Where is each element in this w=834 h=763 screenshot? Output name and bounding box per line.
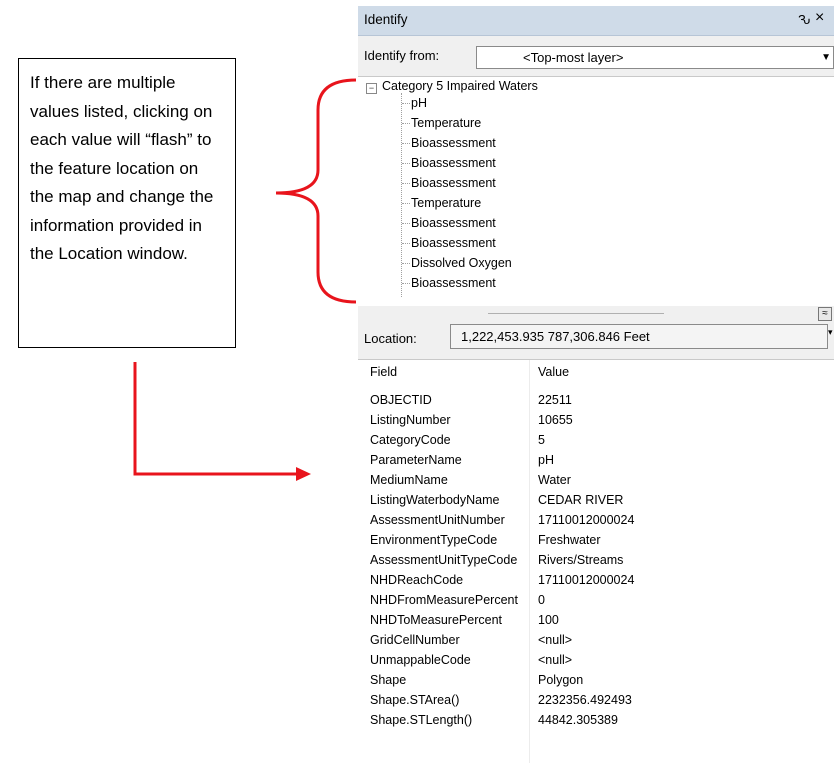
table-row[interactable]: AssessmentUnitNumber 17110012000024 [358,510,834,530]
identify-window: Identify Ԅ × Identify from: <Top-most la… [358,6,834,763]
header-field: Field [370,365,398,379]
tree-item[interactable]: Temperature [402,116,481,133]
location-value: 1,222,453.935 787,306.846 Feet [461,329,650,344]
results-tree: − Category 5 Impaired Waters pH Temperat… [358,76,834,307]
header-value: Value [538,365,570,379]
table-row[interactable]: GridCellNumber <null> [358,630,834,650]
tree-item[interactable]: Bioassessment [402,236,496,253]
tree-item[interactable]: Bioassessment [402,276,496,293]
location-field: 1,222,453.935 787,306.846 Feet [450,324,828,349]
annotation-callout: If there are multiple values listed, cli… [18,58,236,348]
table-row[interactable]: Shape.STLength() 44842.305389 [358,710,834,730]
arrow-head [296,467,311,481]
location-label: Location: [364,331,417,346]
grid-header: Field Value [358,362,834,382]
curly-brace [275,78,357,304]
table-row[interactable]: OBJECTID 22511 [358,390,834,410]
tree-item[interactable]: pH [402,96,427,113]
location-dropdown-icon[interactable]: ▾ [828,327,833,338]
tree-root-layer[interactable]: Category 5 Impaired Waters [382,79,538,93]
expand-icon[interactable]: ≈ [818,307,832,321]
identify-from-label: Identify from: [364,48,440,63]
tree-item[interactable]: Dissolved Oxygen [402,256,512,273]
tree-item[interactable]: Temperature [402,196,481,213]
attribute-grid: Field Value OBJECTID 22511 ListingNumber 1… [358,359,834,763]
elbow-arrow [133,362,296,476]
table-row[interactable]: NHDReachCode 17110012000024 [358,570,834,590]
identify-from-select[interactable]: <Top-most layer> ▼ [476,46,834,69]
chevron-down-icon[interactable]: ▼ [821,52,831,63]
table-row[interactable]: CategoryCode 5 [358,430,834,450]
tree-item[interactable]: Bioassessment [402,136,496,153]
identify-from-value: <Top-most layer> [523,50,624,65]
table-row[interactable]: ParameterName pH [358,450,834,470]
close-icon[interactable]: × [815,9,824,27]
table-row[interactable]: ListingWaterbodyName CEDAR RIVER [358,490,834,510]
table-row[interactable]: UnmappableCode <null> [358,650,834,670]
collapse-icon[interactable]: − [366,83,377,94]
table-row[interactable]: Shape.STArea() 2232356.492493 [358,690,834,710]
tree-item[interactable]: Bioassessment [402,156,496,173]
window-title: Identify [364,12,408,27]
table-row[interactable]: Shape Polygon [358,670,834,690]
tree-item[interactable]: Bioassessment [402,176,496,193]
table-row[interactable]: ListingNumber 10655 [358,410,834,430]
pane-splitter[interactable]: ≈ [358,306,834,321]
title-bar: Identify Ԅ × [358,6,834,36]
table-row[interactable]: AssessmentUnitTypeCode Rivers/Streams [358,550,834,570]
table-row[interactable]: EnvironmentTypeCode Freshwater [358,530,834,550]
pin-icon[interactable]: Ԅ [798,12,810,27]
table-row[interactable]: NHDToMeasurePercent 100 [358,610,834,630]
table-row[interactable]: NHDFromMeasurePercent 0 [358,590,834,610]
tree-item[interactable]: Bioassessment [402,216,496,233]
table-row[interactable]: MediumName Water [358,470,834,490]
splitter-grip[interactable] [488,313,664,314]
